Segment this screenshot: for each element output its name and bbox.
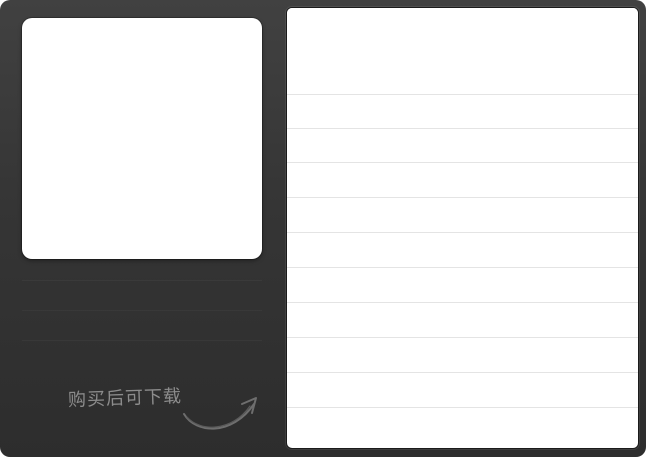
panel-row-divider (287, 372, 638, 373)
card-reflection (22, 272, 262, 362)
panel-row-divider (287, 267, 638, 268)
panel-row-divider (287, 232, 638, 233)
panel-row-divider (287, 162, 638, 163)
panel-row-divider (287, 128, 638, 129)
curved-arrow-icon (183, 397, 257, 430)
reflection-line (22, 340, 262, 341)
panel-row-divider (287, 337, 638, 338)
reflection-line (22, 310, 262, 311)
panel-row-divider (287, 197, 638, 198)
panel-row-divider (287, 302, 638, 303)
panel-row-divider (287, 94, 638, 95)
reflection-line (22, 280, 262, 281)
panel-row-divider (287, 407, 638, 408)
dark-frame: 购买后可下载 (0, 0, 646, 457)
panel-header-area (287, 8, 638, 94)
preview-card (22, 18, 262, 259)
lined-content-panel (286, 7, 639, 449)
purchase-download-note: 购买后可下载 (67, 386, 183, 411)
